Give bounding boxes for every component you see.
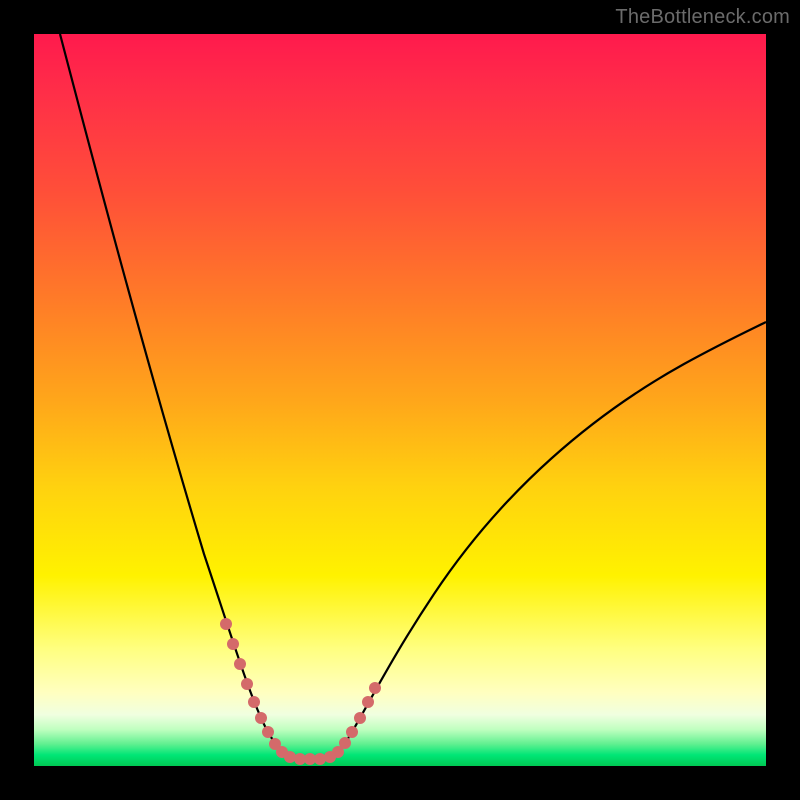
chart-frame: TheBottleneck.com bbox=[0, 0, 800, 800]
accent-dots-right bbox=[332, 682, 381, 758]
plot-area bbox=[34, 34, 766, 766]
accent-dots-left bbox=[220, 618, 288, 758]
watermark-text: TheBottleneck.com bbox=[615, 6, 790, 29]
bottleneck-curve bbox=[34, 34, 766, 766]
accent-dots-bottom bbox=[284, 751, 336, 765]
curve-path bbox=[60, 34, 766, 760]
